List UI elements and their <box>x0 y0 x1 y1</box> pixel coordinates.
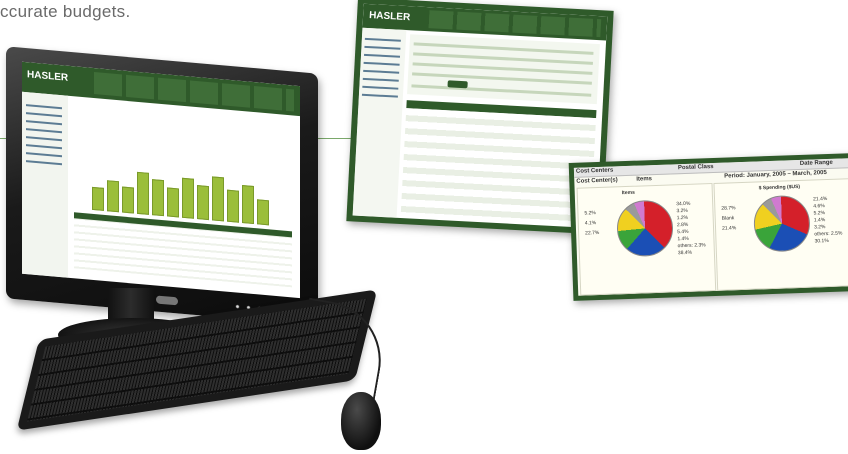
chart-bar <box>257 199 269 226</box>
cost-center-header: Cost Center(s) <box>576 177 618 185</box>
pie-label: 5.4% <box>677 228 689 236</box>
headline-text: ccurate budgets. <box>0 2 131 21</box>
report-sidebar <box>352 27 407 218</box>
pie-label: 4.6% <box>813 203 825 210</box>
pie-label: 3.2% <box>676 207 688 215</box>
pie-chart-items <box>616 199 674 258</box>
app-sidebar <box>22 91 68 278</box>
chart-bar <box>107 180 119 213</box>
pie-window-content: Cost Centers Postal Class Date Range Cos… <box>573 158 848 296</box>
pie-label: 21.4% <box>721 225 737 232</box>
pie-label: Blank <box>721 215 735 222</box>
mouse <box>341 392 381 450</box>
pie-label: 5.2% <box>813 210 826 217</box>
pie-label: 21.4% <box>812 196 828 203</box>
pie-label: 1.2% <box>676 214 689 222</box>
tab-date-range: Date Range <box>799 159 833 167</box>
pie-panel-spending: $ Spending ($US) 28.7% Blank 21.4% 21.4% 4.6%… <box>713 178 848 291</box>
pie-label: 1.4% <box>677 235 689 243</box>
report-filter-form <box>407 34 600 105</box>
pie-chart-spending <box>752 194 811 253</box>
items-header: Items <box>636 176 653 183</box>
chart-bar <box>197 185 209 221</box>
mouse-cord <box>291 297 391 413</box>
report-nav-bar <box>428 10 602 38</box>
chart-bar <box>92 186 104 211</box>
pie-label: others: 2.3% <box>677 242 706 250</box>
chart-bar <box>242 184 254 225</box>
report-table-rows <box>400 108 597 226</box>
chart-bar <box>152 179 164 217</box>
pie-label: 28.7% <box>721 205 736 212</box>
pie-label: 34.0% <box>676 200 691 208</box>
monitor-screen: HASLER <box>22 61 300 299</box>
chart-bar <box>167 187 179 218</box>
pie-window: Cost Centers Postal Class Date Range Cos… <box>568 153 848 301</box>
pie-label: 5.2% <box>584 210 596 217</box>
pie-label: 30.1% <box>814 237 829 245</box>
pie-title: Items <box>621 189 635 197</box>
pie-label: 1.4% <box>813 217 826 224</box>
monitor-brand-badge <box>156 295 178 306</box>
period-header: Period: January, 2005 – March, 2005 <box>724 170 827 180</box>
pie-label: 2.8% <box>676 221 689 229</box>
report-submit-button <box>447 80 468 89</box>
app-dashboard <box>74 100 294 289</box>
tab-postal-class: Postal Class <box>677 163 714 172</box>
report-logo: HASLER <box>368 10 411 24</box>
pie-label: others: 2.5% <box>814 230 843 238</box>
chart-bar <box>227 189 239 223</box>
pie-title: $ Spending ($US) <box>758 183 801 192</box>
pie-label: 38.4% <box>677 249 693 257</box>
tab-cost-centers: Cost Centers <box>575 167 614 175</box>
chart-bar <box>122 186 134 214</box>
pie-label: 4.1% <box>584 220 597 227</box>
pie-label: 22.7% <box>585 229 600 237</box>
monitor: HASLER <box>6 46 318 326</box>
pie-label: 3.2% <box>813 224 826 231</box>
app-logo: HASLER <box>27 69 69 84</box>
chart-bar <box>182 177 194 219</box>
pie-panel-items: Items 5.2% 4.1% 22.7% 34.0% 3.2% 1.2% 2.8% 5.4% 1… <box>576 183 717 296</box>
chart-bar <box>212 176 224 222</box>
chart-bar <box>137 171 149 215</box>
